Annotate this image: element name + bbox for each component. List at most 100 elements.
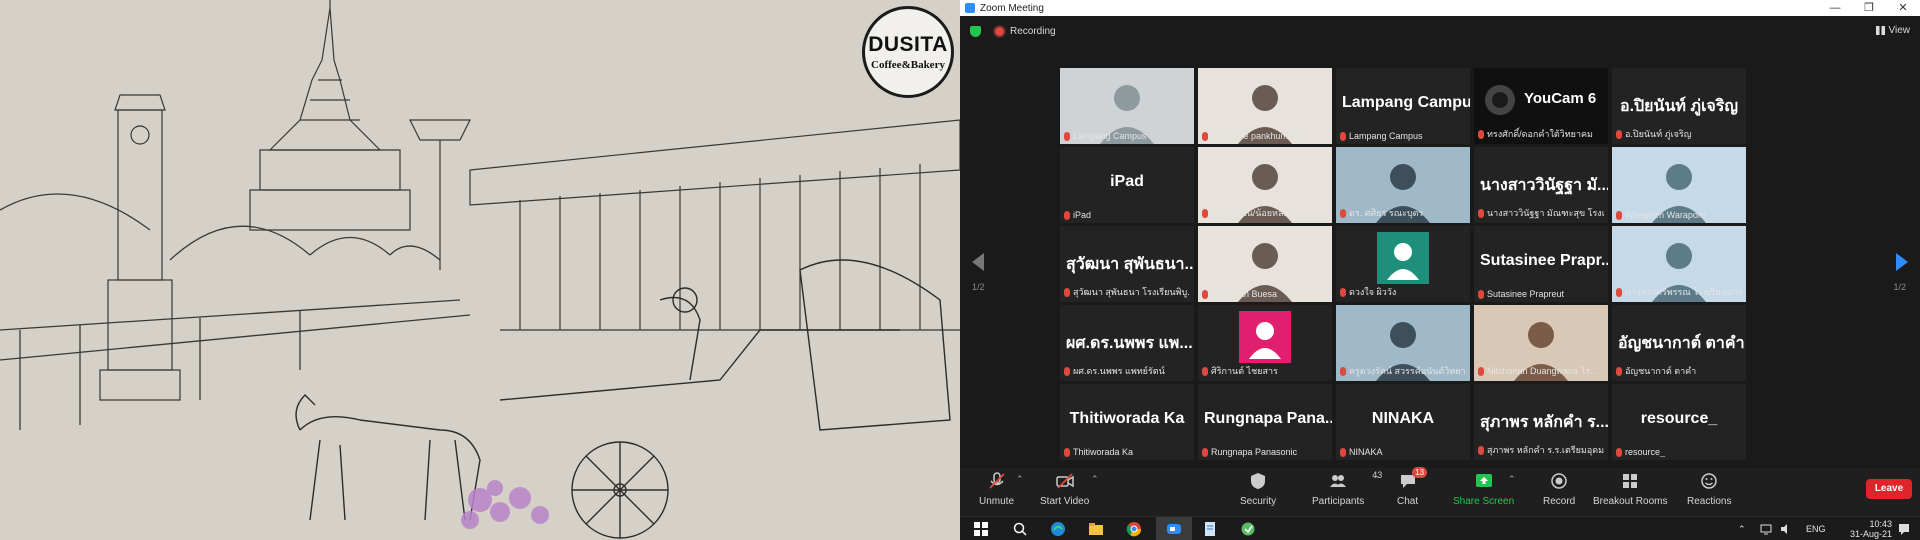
participant-tile[interactable]: YouCam 6 ทรงศักดิ์/ดอกคำใต้วิทยาคม [1474, 68, 1608, 144]
input-language[interactable]: ENG [1806, 524, 1826, 534]
participant-caption: ครูดวงรัตน์ สวรรค์อนันต์วิทยา [1340, 364, 1466, 378]
security-button[interactable]: Security [1240, 472, 1276, 507]
app-launcher-icon[interactable] [1240, 521, 1256, 537]
participant-tile[interactable]: Lampang Campus Lampang Campus [1336, 68, 1470, 144]
notepad-icon[interactable] [1202, 521, 1218, 537]
participant-tile[interactable]: สุภาพร หลักคำ ร.... สุภาพร หลักคำ ร.ร.เตร… [1474, 384, 1608, 460]
muted-mic-icon [1340, 208, 1346, 218]
leave-button[interactable]: Leave [1866, 479, 1912, 499]
participant-tile[interactable]: ศิริกานต์ ไชยสาร [1198, 305, 1332, 381]
participant-caption: นางสาววินัฐฐา มัณฑะสุข โรงเรี... [1478, 206, 1604, 220]
participant-tile[interactable]: Waraporn Waraporn [1612, 147, 1746, 223]
chat-unread-badge: 13 [1412, 467, 1428, 478]
taskbar-clock[interactable]: 10:43 31-Aug-21 [1850, 519, 1892, 539]
page-indicator-left: 1/2 [972, 282, 985, 292]
participant-name: iPad [1073, 210, 1092, 220]
participant-tile[interactable]: Lampang Campus [1060, 68, 1194, 144]
participant-display-name: Sutasinee Prapr... [1480, 252, 1608, 269]
participant-display-name: NINAKA [1371, 410, 1435, 427]
participant-name: ดร. ศศิธร รณะบุตร [1349, 208, 1424, 218]
muted-mic-icon [1340, 366, 1346, 376]
participant-tile[interactable]: oncharee pankhumdao [1198, 68, 1332, 144]
participant-tile[interactable]: นางสาวศรีพรรณ โรงเรียนดาร... [1612, 226, 1746, 302]
muted-mic-icon [1340, 287, 1346, 297]
participant-name: นางสาวศรีพรรณ โรงเรียนดาร... [1625, 287, 1742, 297]
participant-tile[interactable]: สุวัฒนา สุพันธนา... สุวัฒนา สุพันธนา โรงเ… [1060, 226, 1194, 302]
notification-icon[interactable] [1897, 522, 1911, 536]
previous-page-arrow-icon[interactable] [972, 253, 984, 271]
share-options-caret-icon[interactable]: ⌃ [1508, 474, 1516, 485]
participant-tile[interactable]: ดร. ศศิธร รณะบุตร [1336, 147, 1470, 223]
muted-mic-icon [1478, 445, 1484, 455]
restore-button[interactable]: ❐ [1852, 0, 1886, 16]
participant-tile[interactable]: ครูดวงรัตน์ สวรรค์อนันต์วิทยา [1336, 305, 1470, 381]
participant-caption: Waraporn Waraporn [1616, 210, 1742, 220]
chrome-icon[interactable] [1126, 521, 1142, 537]
participant-name: Lampang Campus [1073, 131, 1147, 141]
participant-name: Rungnapa Panasonic [1211, 447, 1298, 457]
record-button[interactable]: Record [1543, 472, 1575, 507]
start-video-label: Start Video [1040, 496, 1090, 507]
participant-display-name: สุวัฒนา สุพันธนา... [1066, 256, 1194, 273]
share-screen-label: Share Screen [1453, 496, 1515, 507]
title-bar: Zoom Meeting — ❐ ✕ [960, 0, 1920, 16]
zoom-taskbar-active[interactable] [1156, 517, 1192, 540]
participant-tile[interactable]: Thitiworada Ka Thitiworada Ka [1060, 384, 1194, 460]
start-video-button[interactable]: Start Video [1040, 472, 1089, 507]
muted-mic-icon [1616, 447, 1622, 457]
share-screen-button[interactable]: Share Screen [1453, 472, 1514, 507]
share-screen-icon [1475, 474, 1492, 487]
tray-chevron-icon[interactable]: ⌃ [1738, 524, 1746, 535]
participants-button[interactable]: 43 Participants [1312, 470, 1382, 507]
participant-caption: ศิริกานต์ ไชยสาร [1202, 364, 1328, 378]
edge-browser-icon[interactable] [1050, 521, 1066, 537]
participant-name: เพ็ญรพัฒน์/น้อยหล่อง [1211, 208, 1294, 218]
grid-view-icon [1875, 26, 1885, 35]
participant-tile[interactable]: NINAKA NINAKA [1336, 384, 1470, 460]
windows-start-icon[interactable] [973, 521, 989, 537]
participant-tile[interactable]: อ.ปิยนันท์ ภู่เจริญ อ.ปิยนันท์ ภู่เจริญ [1612, 68, 1746, 144]
participant-tile[interactable]: Rungnapa Pana... Rungnapa Panasonic [1198, 384, 1332, 460]
participant-tile[interactable]: นางสาววินัฐฐา มั... นางสาววินัฐฐา มัณฑะสุ… [1474, 147, 1608, 223]
file-explorer-icon[interactable] [1088, 521, 1104, 537]
screen: DUSITA Coffee&Bakery Zoom Meeting — ❐ ✕ … [0, 0, 1920, 540]
participant-display-name: resource_ [1640, 410, 1718, 427]
audio-options-caret-icon[interactable]: ⌃ [1016, 474, 1024, 485]
shared-screen-image: DUSITA Coffee&Bakery [0, 0, 960, 540]
participants-caret-icon[interactable]: ⌃ [1372, 474, 1380, 485]
view-button[interactable]: View [1875, 25, 1910, 36]
unmute-label: Unmute [979, 496, 1015, 507]
participant-name: สุภาพร หลักคำ ร.ร.เตรียมอุดม... [1487, 445, 1604, 455]
default-avatar-icon [1239, 311, 1291, 363]
participant-tile[interactable]: Fateenah Buesa [1198, 226, 1332, 302]
participant-tile[interactable]: iPad iPad [1060, 147, 1194, 223]
volume-icon[interactable] [1780, 523, 1792, 535]
search-icon[interactable] [1012, 521, 1028, 537]
participant-tile[interactable]: Sutasinee Prapr... Sutasinee Prapreut [1474, 226, 1608, 302]
participant-tile[interactable]: Nitchanan Duangwana โร... [1474, 305, 1608, 381]
participant-tile[interactable]: อัญชนากาต์ ตาคำ อัญชนากาต์ ตาคำ [1612, 305, 1746, 381]
minimize-button[interactable]: — [1818, 0, 1852, 16]
network-icon[interactable] [1760, 523, 1772, 535]
participant-tile[interactable]: ดวงใจ ผิววัง [1336, 226, 1470, 302]
participant-display-name: นางสาววินัฐฐา มั... [1480, 177, 1608, 194]
unmute-button[interactable]: Unmute [979, 472, 1014, 507]
reactions-button[interactable]: Reactions [1687, 472, 1731, 507]
next-page-arrow-icon[interactable] [1896, 253, 1908, 271]
video-off-icon [1055, 473, 1074, 489]
muted-mic-icon [1478, 289, 1484, 299]
video-options-caret-icon[interactable]: ⌃ [1091, 474, 1099, 485]
logo-line1: DUSITA [868, 33, 948, 56]
participant-display-name: อัญชนากาต์ ตาคำ [1618, 335, 1745, 352]
breakout-rooms-button[interactable]: Breakout Rooms [1593, 472, 1667, 507]
encryption-shield-icon[interactable] [970, 25, 981, 37]
chat-label: Chat [1397, 496, 1419, 507]
participant-tile[interactable]: ผศ.ดร.นพพร แพ... ผศ.ดร.นพพร แพทย์รัตน์ [1060, 305, 1194, 381]
close-button[interactable]: ✕ [1886, 0, 1920, 16]
participant-caption: NINAKA [1340, 447, 1466, 457]
chat-button[interactable]: 13 Chat [1397, 467, 1428, 507]
zoom-taskbar-icon [1167, 524, 1181, 534]
participant-tile[interactable]: เพ็ญรพัฒน์/น้อยหล่อง [1198, 147, 1332, 223]
participant-tile[interactable]: resource_ resource_ [1612, 384, 1746, 460]
participant-name: ผศ.ดร.นพพร แพทย์รัตน์ [1073, 366, 1165, 376]
